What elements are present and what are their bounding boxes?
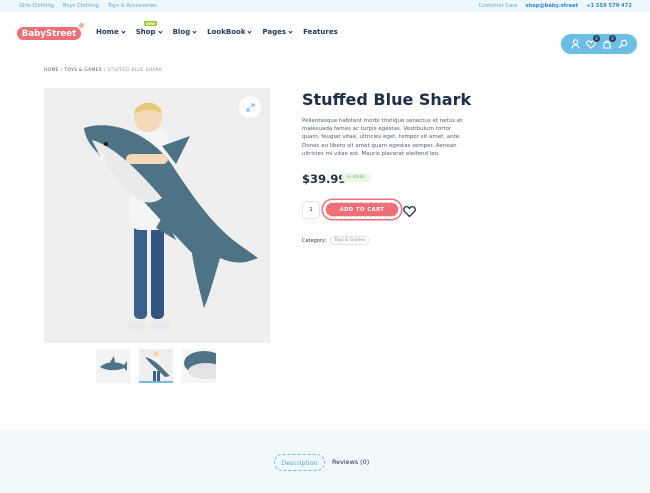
thumbnail-shark-closeup[interactable] bbox=[182, 349, 216, 383]
breadcrumb-home[interactable]: HOME bbox=[44, 68, 59, 73]
product-main-image[interactable] bbox=[44, 88, 270, 343]
add-to-cart-label: ADD TO CART bbox=[339, 206, 385, 213]
product-tabs-section bbox=[0, 430, 650, 493]
heart-icon[interactable]: 0 bbox=[586, 35, 600, 49]
nav-item-home[interactable]: Home bbox=[96, 28, 126, 36]
nav-item-shop[interactable]: new Shop bbox=[135, 21, 163, 36]
nav-label: Pages bbox=[262, 28, 287, 36]
contact-email[interactable]: shop@baby.street bbox=[525, 3, 578, 9]
logo-badge-icon bbox=[78, 22, 85, 29]
site-header: BabyStreet Home new Shop Blog LookBook P… bbox=[0, 12, 650, 56]
chevron-down-icon bbox=[288, 28, 293, 34]
stock-badge: In stock bbox=[341, 173, 371, 182]
new-badge: new bbox=[143, 21, 157, 26]
nav-label: Features bbox=[303, 28, 338, 36]
product-category: Category: Toys & Games bbox=[302, 236, 370, 245]
thumbnail-shark[interactable] bbox=[96, 349, 130, 383]
breadcrumb-current: STUFFED BLUE SHARK bbox=[107, 68, 163, 73]
product-title: Stuffed Blue Shark bbox=[302, 90, 472, 109]
bag-icon[interactable]: 0 bbox=[602, 35, 616, 49]
wishlist-heart-icon[interactable] bbox=[403, 203, 416, 218]
nav-item-blog[interactable]: Blog bbox=[173, 28, 197, 36]
product-price: $39.99 bbox=[302, 172, 347, 186]
nav-label: Shop bbox=[135, 28, 156, 36]
site-logo[interactable]: BabyStreet bbox=[15, 22, 85, 42]
thumbnail-child-with-shark[interactable] bbox=[139, 349, 173, 383]
nav-item-lookbook[interactable]: LookBook bbox=[207, 28, 253, 36]
top-link-toys-accessories[interactable]: Toys & Accessories bbox=[108, 3, 157, 9]
customer-care-label: Customer Care bbox=[478, 3, 518, 9]
category-tag[interactable]: Toys & Games bbox=[330, 236, 370, 245]
product-photo bbox=[44, 88, 270, 343]
nav-label: Home bbox=[96, 28, 119, 36]
nav-item-pages[interactable]: Pages bbox=[262, 28, 293, 36]
search-icon[interactable] bbox=[618, 39, 628, 49]
product-description: Pellentesque habitant morbi tristique se… bbox=[302, 118, 463, 157]
tab-reviews[interactable]: Reviews (0) bbox=[332, 458, 369, 466]
thumbnail-image bbox=[96, 349, 130, 383]
main-nav: Home new Shop Blog LookBook Pages Featur… bbox=[96, 21, 338, 36]
cart-count: 0 bbox=[609, 35, 616, 42]
add-to-cart-button[interactable]: ADD TO CART bbox=[323, 200, 401, 219]
chevron-down-icon bbox=[192, 28, 197, 34]
breadcrumb: HOME / TOYS & GAMES / STUFFED BLUE SHARK bbox=[44, 68, 162, 73]
top-bar-contact: Customer Care shop@baby.street +1 559 57… bbox=[479, 3, 632, 9]
top-bar: Girls Clothing Boys Clothing Toys & Acce… bbox=[0, 0, 650, 12]
quantity-input[interactable]: 1 bbox=[302, 201, 320, 219]
thumbnail-image bbox=[182, 349, 216, 383]
top-link-boys-clothing[interactable]: Boys Clothing bbox=[63, 3, 99, 9]
expand-icon[interactable] bbox=[239, 96, 261, 118]
wishlist-count: 0 bbox=[593, 35, 600, 42]
contact-phone[interactable]: +1 559 579 472 bbox=[586, 3, 632, 9]
chevron-down-icon bbox=[121, 28, 126, 34]
logo-text: BabyStreet bbox=[21, 28, 77, 39]
nav-label: LookBook bbox=[207, 28, 246, 36]
chevron-down-icon bbox=[157, 28, 163, 34]
header-actions: 0 0 bbox=[561, 34, 637, 54]
tab-description[interactable]: Description bbox=[274, 454, 325, 471]
product-thumbnails bbox=[96, 349, 216, 383]
breadcrumb-separator: / bbox=[60, 68, 63, 73]
breadcrumb-separator: / bbox=[103, 68, 106, 73]
chevron-down-icon bbox=[247, 28, 253, 34]
nav-item-features[interactable]: Features bbox=[303, 28, 338, 36]
nav-label: Blog bbox=[172, 28, 191, 36]
thumbnail-image bbox=[139, 349, 173, 383]
breadcrumb-category[interactable]: TOYS & GAMES bbox=[65, 68, 102, 73]
top-link-girls-clothing[interactable]: Girls Clothing bbox=[19, 3, 54, 9]
top-bar-links: Girls Clothing Boys Clothing Toys & Acce… bbox=[19, 3, 157, 9]
user-icon[interactable] bbox=[570, 39, 580, 49]
category-label: Category: bbox=[302, 237, 327, 244]
